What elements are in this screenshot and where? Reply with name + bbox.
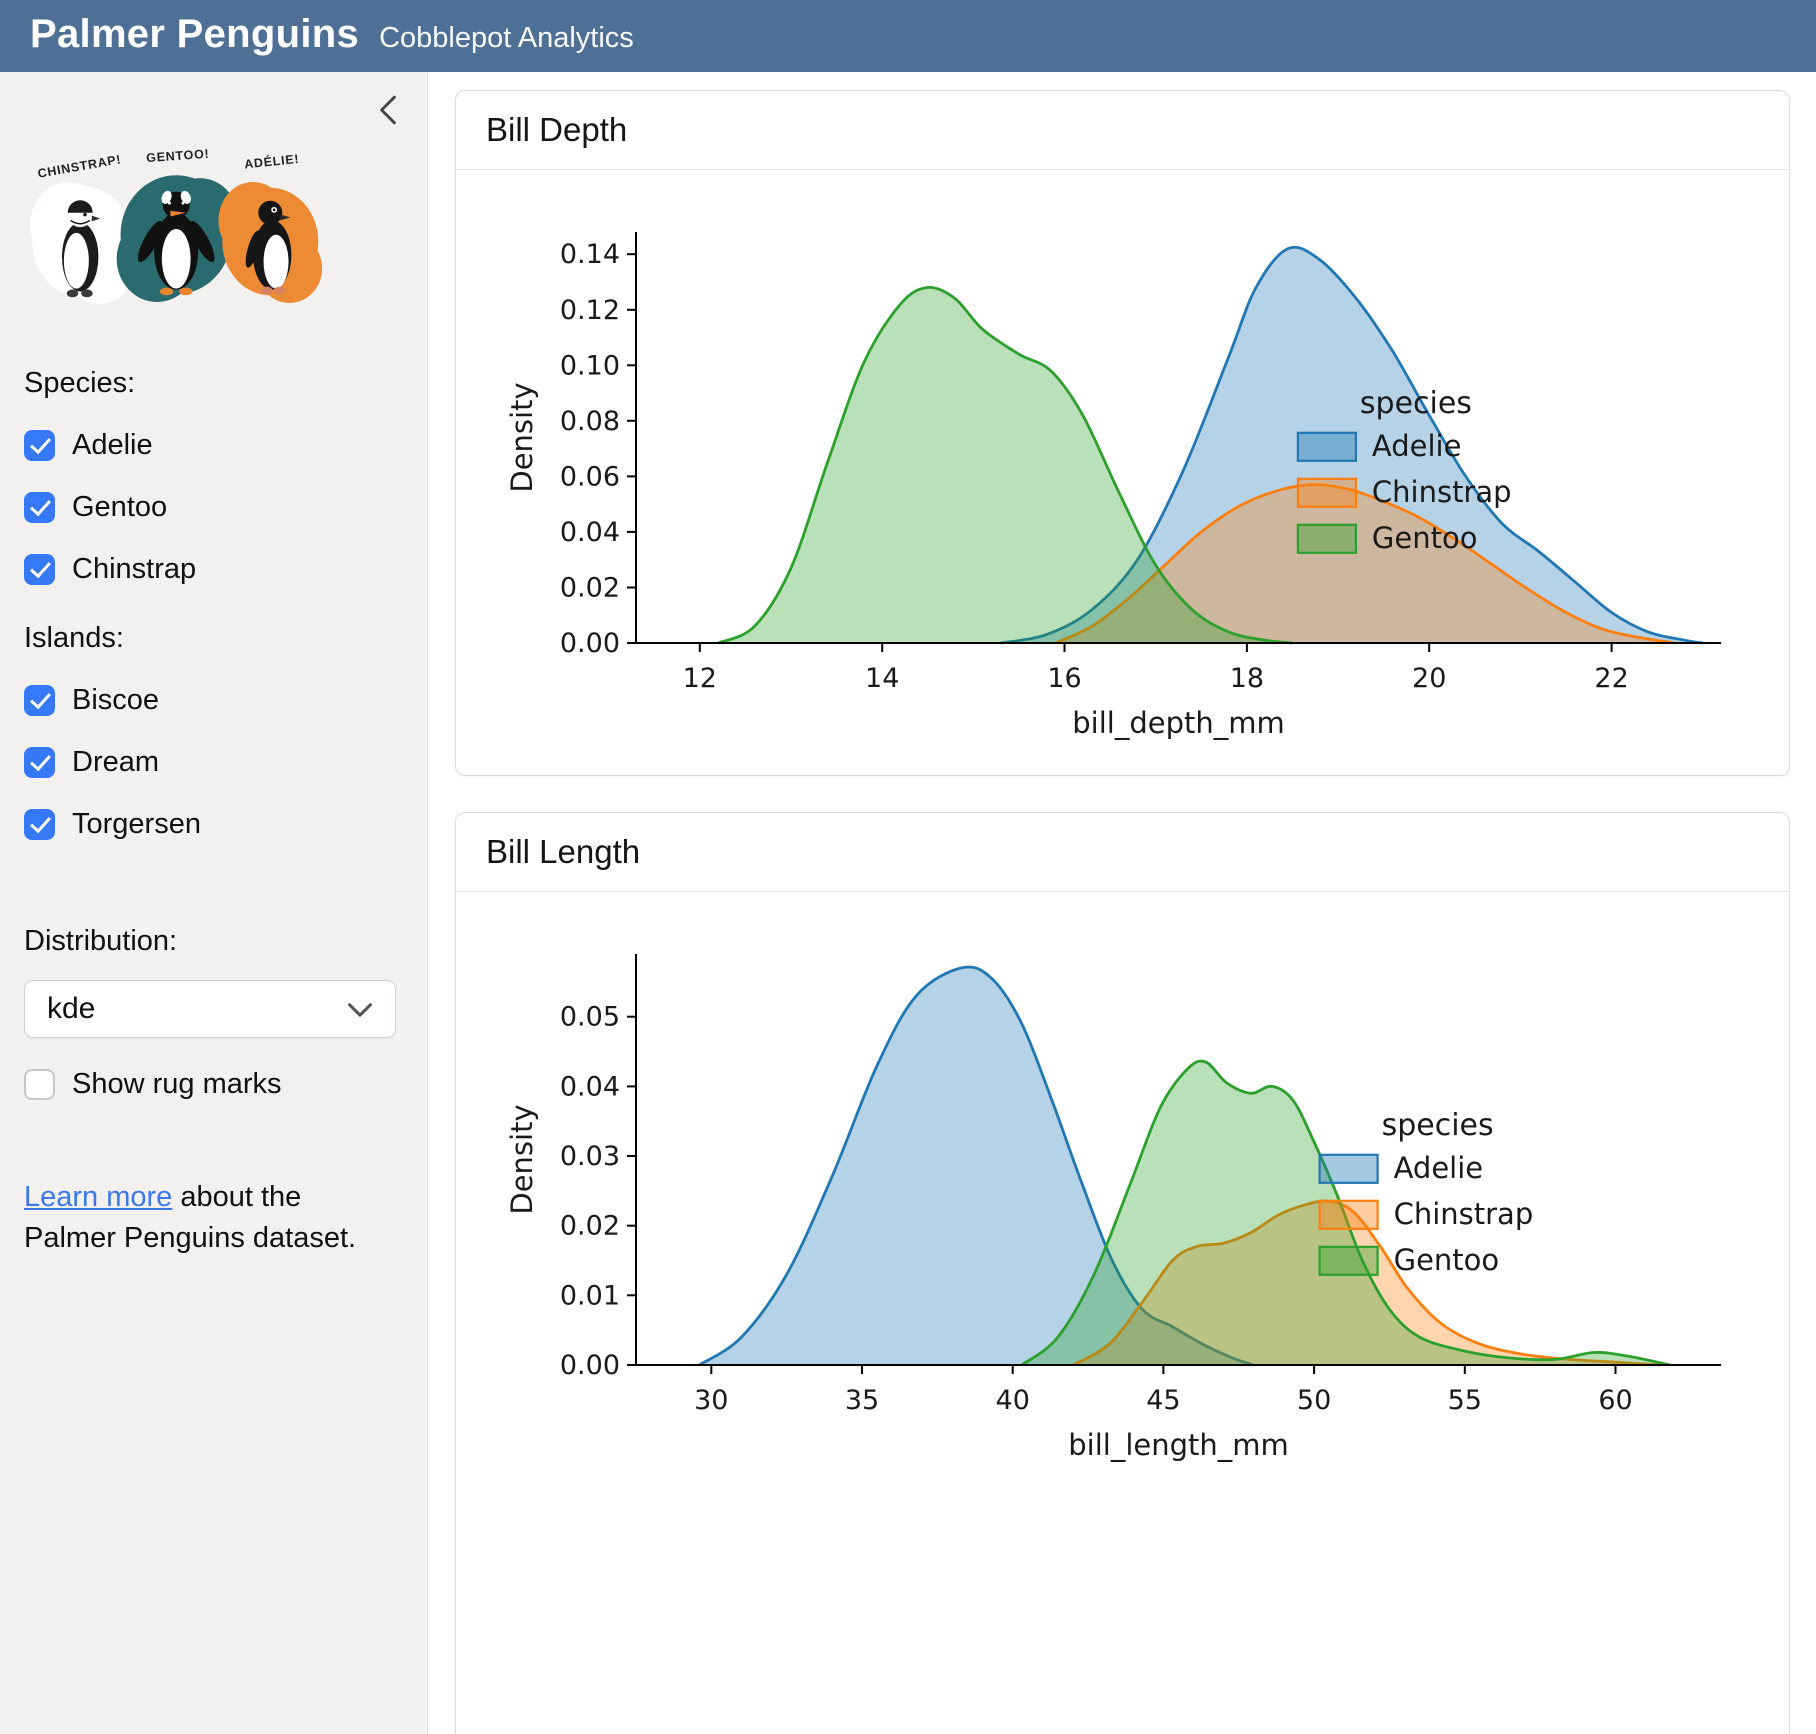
distribution-label: Distribution: (24, 925, 401, 958)
svg-text:0.01: 0.01 (560, 1280, 620, 1311)
learn-more-text: Learn more about the Palmer Penguins dat… (24, 1177, 376, 1258)
checkbox-label: Chinstrap (72, 553, 196, 586)
artwork-label-adelie: ADÉLIE! (243, 151, 300, 172)
checkbox-label: Show rug marks (72, 1068, 282, 1101)
checkbox-label: Torgersen (72, 808, 201, 841)
checkbox-icon[interactable] (24, 747, 55, 778)
svg-text:0.06: 0.06 (560, 461, 620, 492)
legend-swatch-adelie (1320, 1155, 1378, 1183)
app-window: Palmer Penguins Cobblepot Analytics (0, 0, 1816, 1734)
svg-text:0.10: 0.10 (560, 350, 620, 381)
svg-text:55: 55 (1448, 1385, 1482, 1416)
checkbox-icon[interactable] (24, 685, 55, 716)
species-checkbox-adelie[interactable]: Adelie (24, 429, 401, 462)
species-checkbox-chinstrap[interactable]: Chinstrap (24, 553, 401, 586)
checkbox-icon[interactable] (24, 554, 55, 585)
svg-text:0.14: 0.14 (560, 239, 620, 270)
svg-text:18: 18 (1230, 663, 1264, 694)
show-rug-marks-checkbox[interactable]: Show rug marks (24, 1068, 401, 1101)
svg-text:0.04: 0.04 (560, 1071, 620, 1102)
svg-text:50: 50 (1297, 1385, 1331, 1416)
svg-text:0.08: 0.08 (560, 406, 620, 437)
app-header: Palmer Penguins Cobblepot Analytics (0, 0, 1816, 72)
svg-text:22: 22 (1594, 663, 1628, 694)
checkbox-label: Biscoe (72, 684, 159, 717)
distribution-select-value: kde (47, 992, 95, 1026)
svg-text:60: 60 (1598, 1385, 1632, 1416)
legend-title: species (1382, 1108, 1494, 1143)
svg-text:0.12: 0.12 (560, 295, 620, 326)
penguins-artwork-image: CHINSTRAP! GENTOO! ADÉLIE! (22, 134, 401, 331)
svg-text:12: 12 (683, 663, 717, 694)
island-checkbox-dream[interactable]: Dream (24, 746, 401, 779)
distribution-select[interactable]: kde (24, 980, 396, 1038)
card-title-bill-length: Bill Length (456, 813, 1789, 892)
bill-depth-chart: 12 14 16 18 20 22 0.00 0.02 0.04 0.06 0.08 0.10 0.12… (486, 190, 1776, 755)
sidebar: CHINSTRAP! GENTOO! ADÉLIE! Species: Adel… (0, 72, 428, 1734)
island-checkbox-torgersen[interactable]: Torgersen (24, 808, 401, 841)
chevron-left-icon (377, 114, 399, 129)
legend-swatch-chinstrap (1298, 479, 1356, 507)
svg-text:30: 30 (694, 1385, 728, 1416)
svg-text:16: 16 (1047, 663, 1081, 694)
checkbox-label: Gentoo (72, 491, 167, 524)
legend-swatch-gentoo (1320, 1247, 1378, 1275)
app-subtitle: Cobblepot Analytics (379, 22, 634, 55)
svg-text:0.05: 0.05 (560, 1002, 620, 1033)
checkbox-icon[interactable] (24, 1069, 55, 1100)
legend-label-adelie: Adelie (1394, 1151, 1484, 1185)
legend-label-chinstrap: Chinstrap (1394, 1197, 1534, 1231)
bill-length-chart: 30 35 40 45 50 55 60 0.00 0.01 0.02 0.03 0.04 0.05 bi… (486, 912, 1776, 1477)
legend-swatch-adelie (1298, 433, 1356, 461)
legend-label-gentoo: Gentoo (1372, 521, 1478, 555)
bill-depth-card: Bill Depth 12 14 16 18 20 22 0.00 0.02 0.04 0.06 0… (455, 90, 1790, 776)
svg-text:40: 40 (996, 1385, 1030, 1416)
checkbox-label: Dream (72, 746, 159, 779)
app-title: Palmer Penguins (30, 14, 359, 54)
svg-text:0.04: 0.04 (560, 517, 620, 548)
island-checkbox-biscoe[interactable]: Biscoe (24, 684, 401, 717)
legend-label-gentoo: Gentoo (1394, 1243, 1500, 1277)
main-content: Bill Depth 12 14 16 18 20 22 0.00 0.02 0.04 0.06 0… (428, 72, 1816, 1734)
svg-text:45: 45 (1146, 1385, 1180, 1416)
card-title-bill-depth: Bill Depth (456, 91, 1789, 170)
svg-text:14: 14 (865, 663, 899, 694)
legend-label-adelie: Adelie (1372, 429, 1462, 463)
svg-text:0.02: 0.02 (560, 1211, 620, 1242)
checkbox-icon[interactable] (24, 492, 55, 523)
islands-group-label: Islands: (24, 622, 401, 655)
svg-text:0.02: 0.02 (560, 573, 620, 604)
checkbox-label: Adelie (72, 429, 153, 462)
checkbox-icon[interactable] (24, 430, 55, 461)
x-axis-label: bill_length_mm (1068, 1428, 1289, 1462)
y-axis-label: Density (505, 1104, 539, 1214)
legend-swatch-chinstrap (1320, 1201, 1378, 1229)
bill-length-card: Bill Length 30 35 40 45 50 55 60 0.00 0.01 0.02 0.… (455, 812, 1790, 1734)
svg-text:20: 20 (1412, 663, 1446, 694)
svg-text:0.00: 0.00 (560, 628, 620, 659)
legend-title: species (1360, 386, 1472, 421)
svg-text:0.03: 0.03 (560, 1141, 620, 1172)
artwork-label-chinstrap: CHINSTRAP! (37, 152, 123, 180)
svg-text:0.00: 0.00 (560, 1350, 620, 1381)
checkbox-icon[interactable] (24, 809, 55, 840)
artwork-label-gentoo: GENTOO! (146, 147, 210, 165)
svg-text:35: 35 (845, 1385, 879, 1416)
legend-swatch-gentoo (1298, 525, 1356, 553)
chevron-down-icon (347, 992, 373, 1026)
y-axis-label: Density (505, 382, 539, 492)
species-group-label: Species: (24, 367, 401, 400)
legend-label-chinstrap: Chinstrap (1372, 475, 1512, 509)
learn-more-link[interactable]: Learn more (24, 1181, 172, 1213)
sidebar-collapse-button[interactable] (377, 94, 399, 126)
x-axis-label: bill_depth_mm (1072, 706, 1285, 740)
species-checkbox-gentoo[interactable]: Gentoo (24, 491, 401, 524)
